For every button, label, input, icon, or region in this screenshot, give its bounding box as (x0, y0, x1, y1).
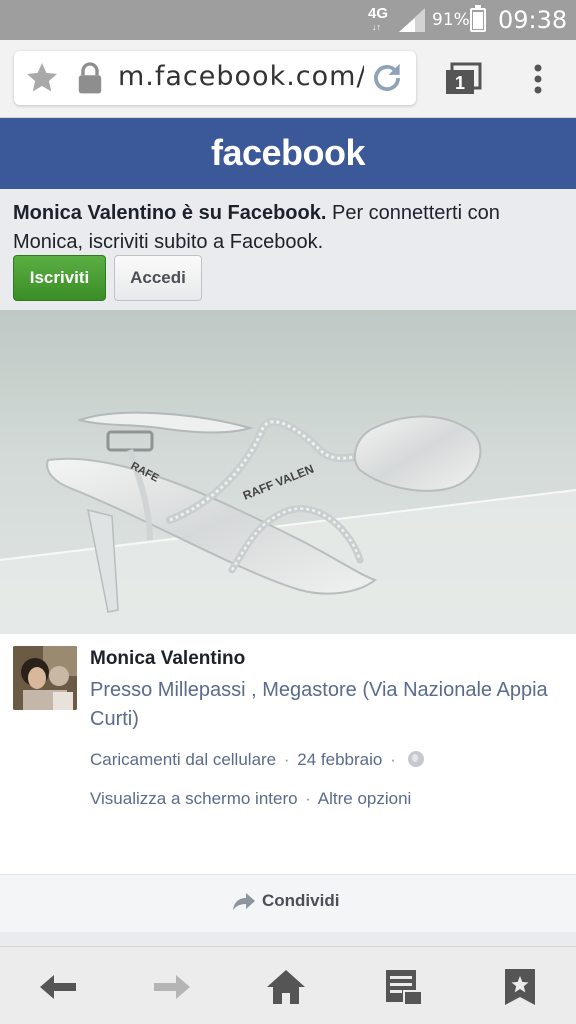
browser-bottom-nav (0, 946, 576, 1024)
status-bar: 4G ↓↑ 91% 09:38 (0, 0, 576, 40)
separator: · (283, 750, 290, 769)
post-meta: Caricamenti dal cellulare · 24 febbraio … (90, 750, 424, 770)
shoe-photo: RAFE RAFF VALEN (0, 310, 576, 634)
avatar[interactable] (13, 646, 77, 710)
network-type: 4G (368, 5, 389, 22)
menu-dots-icon[interactable] (526, 60, 550, 98)
forward-arrow-icon[interactable] (152, 967, 192, 1007)
post-photo[interactable]: RAFE RAFF VALEN (0, 310, 576, 634)
share-arrow-icon (233, 893, 255, 910)
home-icon[interactable] (266, 967, 306, 1007)
share-label: Condividi (262, 891, 340, 910)
post-location[interactable]: Presso Millepassi , Megastore (Via Nazio… (90, 676, 560, 734)
more-options-link[interactable]: Altre opzioni (318, 789, 412, 808)
battery-percent: 91% (432, 10, 470, 30)
signup-message-bold: Monica Valentino è su Facebook. (13, 202, 327, 224)
lock-icon (78, 62, 102, 94)
fullscreen-link[interactable]: Visualizza a schermo intero (90, 789, 298, 808)
facebook-header: facebook (0, 118, 576, 189)
post-details: Monica Valentino Presso Millepassi , Meg… (0, 634, 576, 874)
separator: · (305, 789, 311, 808)
reload-icon[interactable] (368, 59, 406, 97)
url-text[interactable]: m.facebook.com/p (118, 61, 364, 92)
star-icon[interactable] (24, 60, 60, 96)
share-button[interactable]: Condividi (232, 891, 339, 911)
post-author[interactable]: Monica Valentino (90, 648, 245, 670)
clock: 09:38 (498, 6, 568, 34)
bookmarks-icon[interactable] (500, 967, 540, 1007)
upload-source-link[interactable]: Caricamenti dal cellulare (90, 750, 276, 769)
signup-message: Monica Valentino è su Facebook. Per conn… (13, 199, 563, 257)
signup-button[interactable]: Iscriviti (13, 255, 106, 301)
address-bar[interactable]: m.facebook.com/p (14, 51, 416, 105)
tabs-icon[interactable]: 1 (444, 60, 482, 98)
post-date[interactable]: 24 febbraio (297, 750, 382, 769)
tab-count: 1 (455, 73, 465, 93)
reader-icon[interactable] (384, 967, 424, 1007)
signal-icon (399, 8, 425, 32)
avatar-image (13, 646, 77, 710)
battery-icon (470, 5, 486, 32)
globe-icon (407, 751, 424, 767)
spacer (0, 932, 576, 946)
share-bar: Condividi (0, 874, 576, 932)
facebook-logo[interactable]: facebook (0, 132, 576, 174)
browser-toolbar: m.facebook.com/p 1 (0, 40, 576, 118)
network-activity: ↓↑ (372, 22, 381, 32)
post-links: Visualizza a schermo intero · Altre opzi… (90, 789, 411, 809)
login-button[interactable]: Accedi (114, 255, 202, 301)
back-arrow-icon[interactable] (38, 967, 78, 1007)
separator: · (390, 750, 396, 769)
